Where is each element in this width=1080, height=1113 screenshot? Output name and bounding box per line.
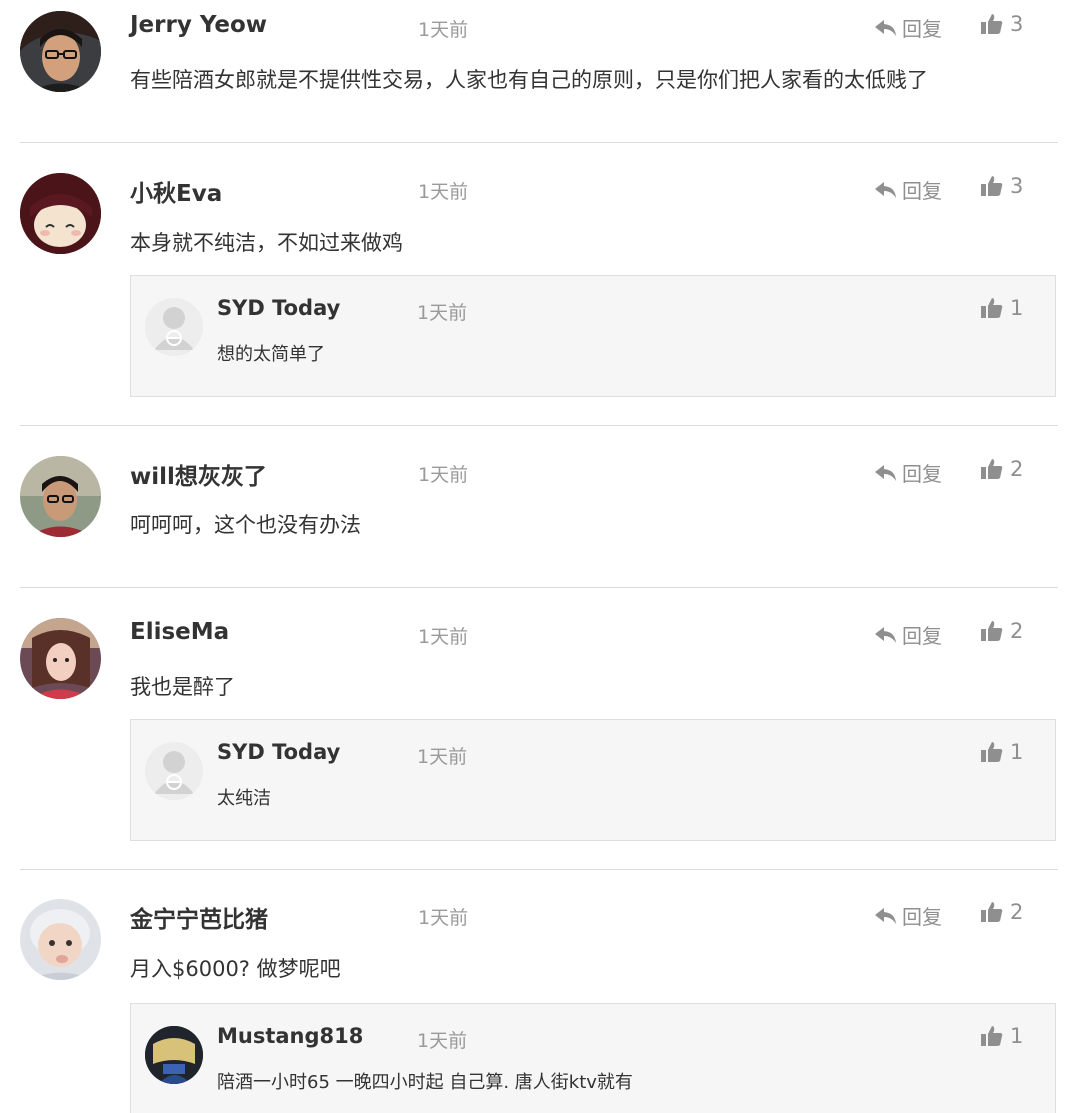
reply-label: 回复 xyxy=(902,624,942,648)
thumbs-up-icon xyxy=(980,12,1004,36)
like-button[interactable]: 3 xyxy=(980,174,1023,198)
like-button[interactable]: 1 xyxy=(980,296,1023,320)
like-count: 1 xyxy=(1010,1024,1024,1048)
reply-username[interactable]: SYD Today xyxy=(217,296,340,320)
like-count: 3 xyxy=(1010,12,1024,36)
reply-label: 回复 xyxy=(902,462,942,486)
comment-time: 1天前 xyxy=(418,181,469,203)
default-user-avatar-icon[interactable] xyxy=(145,742,203,800)
like-count: 3 xyxy=(1010,174,1024,198)
reply-arrow-icon xyxy=(874,906,898,926)
reply-text: 想的太简单了 xyxy=(217,344,325,365)
like-count: 1 xyxy=(1010,296,1024,320)
comment-text: 呵呵呵，这个也没有办法 xyxy=(130,513,361,537)
reply-label: 回复 xyxy=(902,179,942,203)
default-user-avatar-icon[interactable] xyxy=(145,298,203,356)
like-button[interactable]: 1 xyxy=(980,740,1023,764)
reply-box: SYD Today 1天前 1 想的太简单了 xyxy=(130,275,1056,397)
avatar[interactable] xyxy=(20,456,101,537)
comment-text: 有些陪酒女郎就是不提供性交易，人家也有自己的原则，只是你们把人家看的太低贱了 xyxy=(130,68,928,92)
comment-username[interactable]: Jerry Yeow xyxy=(130,12,267,38)
reply-box: Mustang818 1天前 1 陪酒一小时65 一晚四小时起 自己算. 唐人街… xyxy=(130,1003,1056,1113)
reply-label: 回复 xyxy=(902,17,942,41)
reply-box: SYD Today 1天前 1 太纯洁 xyxy=(130,719,1056,841)
comment-time: 1天前 xyxy=(418,626,469,648)
thumbs-up-icon xyxy=(980,740,1004,764)
thumbs-up-icon xyxy=(980,296,1004,320)
reply-time: 1天前 xyxy=(417,1030,468,1052)
comment-time: 1天前 xyxy=(418,464,469,486)
comment-item: Jerry Yeow 1天前 回复 3 有些陪酒女郎就是不提供性交易，人家也有自… xyxy=(0,0,1080,142)
like-button[interactable]: 2 xyxy=(980,900,1023,924)
like-button[interactable]: 3 xyxy=(980,12,1023,36)
avatar[interactable] xyxy=(20,173,101,254)
avatar[interactable] xyxy=(145,1026,203,1084)
comment-text: 月入$6000? 做梦呢吧 xyxy=(130,957,341,981)
reply-arrow-icon xyxy=(874,180,898,200)
comment-username[interactable]: EliseMa xyxy=(130,619,229,645)
avatar[interactable] xyxy=(20,899,101,980)
avatar[interactable] xyxy=(20,11,101,92)
like-button[interactable]: 2 xyxy=(980,457,1023,481)
reply-time: 1天前 xyxy=(417,746,468,768)
like-count: 2 xyxy=(1010,900,1024,924)
reply-text: 太纯洁 xyxy=(217,788,271,809)
like-count: 2 xyxy=(1010,457,1024,481)
reply-time: 1天前 xyxy=(417,302,468,324)
reply-button[interactable]: 回复 xyxy=(874,458,942,487)
reply-label: 回复 xyxy=(902,905,942,929)
comment-text: 本身就不纯洁，不如过来做鸡 xyxy=(130,231,403,255)
thumbs-up-icon xyxy=(980,457,1004,481)
avatar[interactable] xyxy=(20,618,101,699)
like-button[interactable]: 2 xyxy=(980,619,1023,643)
thumbs-up-icon xyxy=(980,900,1004,924)
comment-time: 1天前 xyxy=(418,19,469,41)
comment-item: will想灰灰了 1天前 回复 2 呵呵呵，这个也没有办法 xyxy=(0,426,1080,586)
thumbs-up-icon xyxy=(980,1024,1004,1048)
like-count: 1 xyxy=(1010,740,1024,764)
thumbs-up-icon xyxy=(980,174,1004,198)
comment-item: EliseMa 1天前 回复 2 我也是醉了 SYD Today 1天前 1 太… xyxy=(0,588,1080,868)
like-button[interactable]: 1 xyxy=(980,1024,1023,1048)
comment-username[interactable]: will想灰灰了 xyxy=(130,457,267,491)
reply-button[interactable]: 回复 xyxy=(874,620,942,649)
comment-item: 小秋Eva 1天前 回复 3 本身就不纯洁，不如过来做鸡 SYD Today 1… xyxy=(0,143,1080,425)
reply-text: 陪酒一小时65 一晚四小时起 自己算. 唐人街ktv就有 xyxy=(217,1072,633,1093)
reply-arrow-icon xyxy=(874,463,898,483)
comment-username[interactable]: 金宁宁芭比猪 xyxy=(130,900,268,934)
comment-username[interactable]: 小秋Eva xyxy=(130,174,222,208)
reply-button[interactable]: 回复 xyxy=(874,901,942,930)
comment-item: 金宁宁芭比猪 1天前 回复 2 月入$6000? 做梦呢吧 Mustang818… xyxy=(0,870,1080,1113)
reply-arrow-icon xyxy=(874,625,898,645)
like-count: 2 xyxy=(1010,619,1024,643)
reply-username[interactable]: Mustang818 xyxy=(217,1024,363,1048)
reply-button[interactable]: 回复 xyxy=(874,13,942,42)
reply-username[interactable]: SYD Today xyxy=(217,740,340,764)
comment-time: 1天前 xyxy=(418,907,469,929)
reply-arrow-icon xyxy=(874,18,898,38)
thumbs-up-icon xyxy=(980,619,1004,643)
reply-button[interactable]: 回复 xyxy=(874,175,942,204)
comment-text: 我也是醉了 xyxy=(130,675,235,699)
